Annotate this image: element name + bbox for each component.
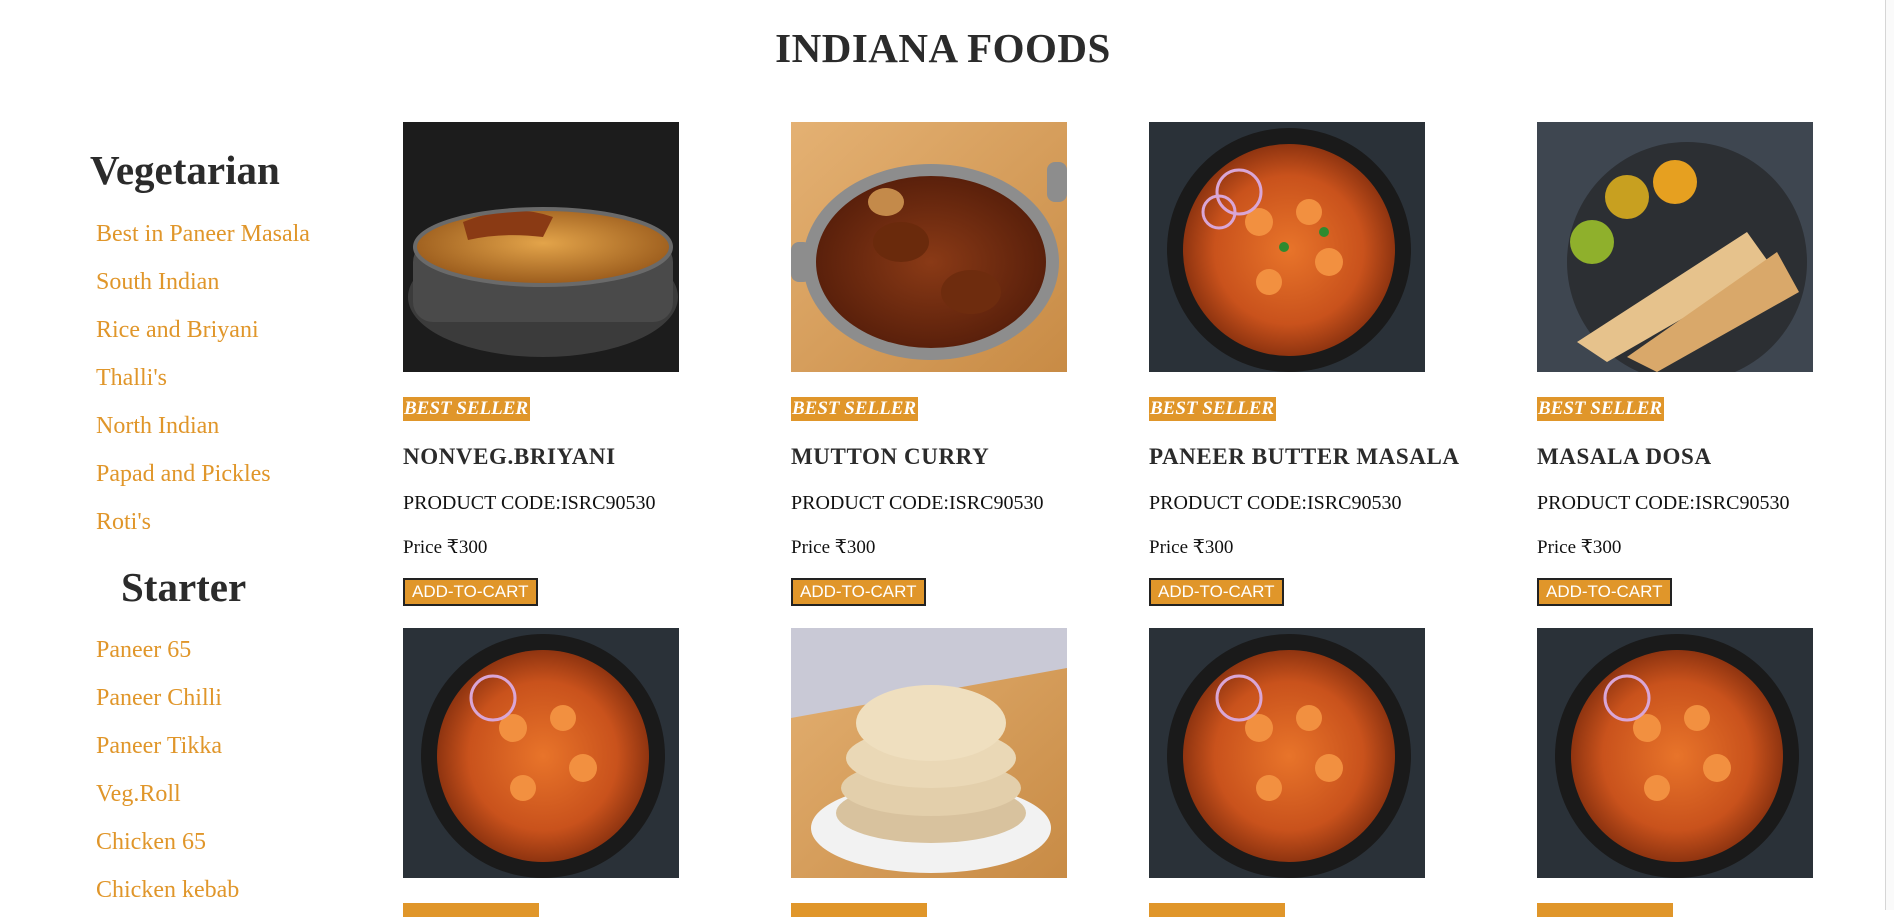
best-seller-badge bbox=[791, 903, 927, 917]
menu-item-rotis[interactable]: Roti's bbox=[96, 509, 151, 536]
product-price: Price ₹300 bbox=[1149, 537, 1234, 558]
menu-item-chicken-kebab[interactable]: Chicken kebab bbox=[96, 877, 239, 904]
best-seller-badge: BEST SELLER bbox=[1537, 397, 1665, 421]
product-name: MASALA DOSA bbox=[1537, 444, 1712, 469]
section-heading-starter: Starter bbox=[121, 564, 247, 610]
menu-item-rice-and-briyani[interactable]: Rice and Briyani bbox=[96, 317, 259, 344]
add-to-cart-button[interactable]: ADD-TO-CART bbox=[1149, 578, 1284, 606]
add-to-cart-button[interactable]: ADD-TO-CART bbox=[403, 578, 538, 606]
best-seller-badge bbox=[1149, 903, 1285, 917]
section-heading-vegetarian: Vegetarian bbox=[90, 147, 280, 193]
product-name: PANEER BUTTER MASALA bbox=[1149, 444, 1460, 469]
product-name: NONVEG.BRIYANI bbox=[403, 444, 616, 469]
menu-item-paneer-65[interactable]: Paneer 65 bbox=[96, 637, 191, 664]
product-price: Price ₹300 bbox=[403, 537, 488, 558]
product-code: PRODUCT CODE:ISRC90530 bbox=[791, 492, 1044, 514]
best-seller-badge: BEST SELLER bbox=[791, 397, 919, 421]
masala-dosa-photo[interactable] bbox=[1537, 122, 1813, 372]
product-code: PRODUCT CODE:ISRC90530 bbox=[1537, 492, 1790, 514]
best-seller-badge bbox=[403, 903, 539, 917]
biryani-photo[interactable] bbox=[403, 122, 679, 372]
category-sidebar: Vegetarian Best in Paneer Masala South I… bbox=[0, 0, 370, 910]
menu-item-veg-roll[interactable]: Veg.Roll bbox=[96, 781, 181, 808]
product-name: MUTTON CURRY bbox=[791, 444, 990, 469]
roti-stack-photo[interactable] bbox=[791, 628, 1067, 878]
scrollbar[interactable] bbox=[1885, 0, 1894, 910]
product-price: Price ₹300 bbox=[791, 537, 876, 558]
best-seller-badge: BEST SELLER bbox=[1149, 397, 1277, 421]
menu-item-papad-and-pickles[interactable]: Papad and Pickles bbox=[96, 461, 271, 488]
paneer-masala-photo[interactable] bbox=[403, 628, 679, 878]
product-code: PRODUCT CODE:ISRC90530 bbox=[403, 492, 656, 514]
best-seller-badge bbox=[1537, 903, 1673, 917]
menu-item-chicken-65[interactable]: Chicken 65 bbox=[96, 829, 206, 856]
paneer-masala-photo[interactable] bbox=[1149, 628, 1425, 878]
menu-item-paneer-chilli[interactable]: Paneer Chilli bbox=[96, 685, 222, 712]
mutton-curry-photo[interactable] bbox=[791, 122, 1067, 372]
best-seller-badge: BEST SELLER bbox=[403, 397, 531, 421]
add-to-cart-button[interactable]: ADD-TO-CART bbox=[1537, 578, 1672, 606]
menu-item-paneer-tikka[interactable]: Paneer Tikka bbox=[96, 733, 222, 760]
menu-item-south-indian[interactable]: South Indian bbox=[96, 269, 219, 296]
paneer-masala-photo[interactable] bbox=[1537, 628, 1813, 878]
menu-item-thallis[interactable]: Thalli's bbox=[96, 365, 167, 392]
paneer-masala-photo[interactable] bbox=[1149, 122, 1425, 372]
menu-item-best-in-paneer-masala[interactable]: Best in Paneer Masala bbox=[96, 221, 310, 248]
product-price: Price ₹300 bbox=[1537, 537, 1622, 558]
add-to-cart-button[interactable]: ADD-TO-CART bbox=[791, 578, 926, 606]
menu-item-north-indian[interactable]: North Indian bbox=[96, 413, 219, 440]
product-code: PRODUCT CODE:ISRC90530 bbox=[1149, 492, 1402, 514]
